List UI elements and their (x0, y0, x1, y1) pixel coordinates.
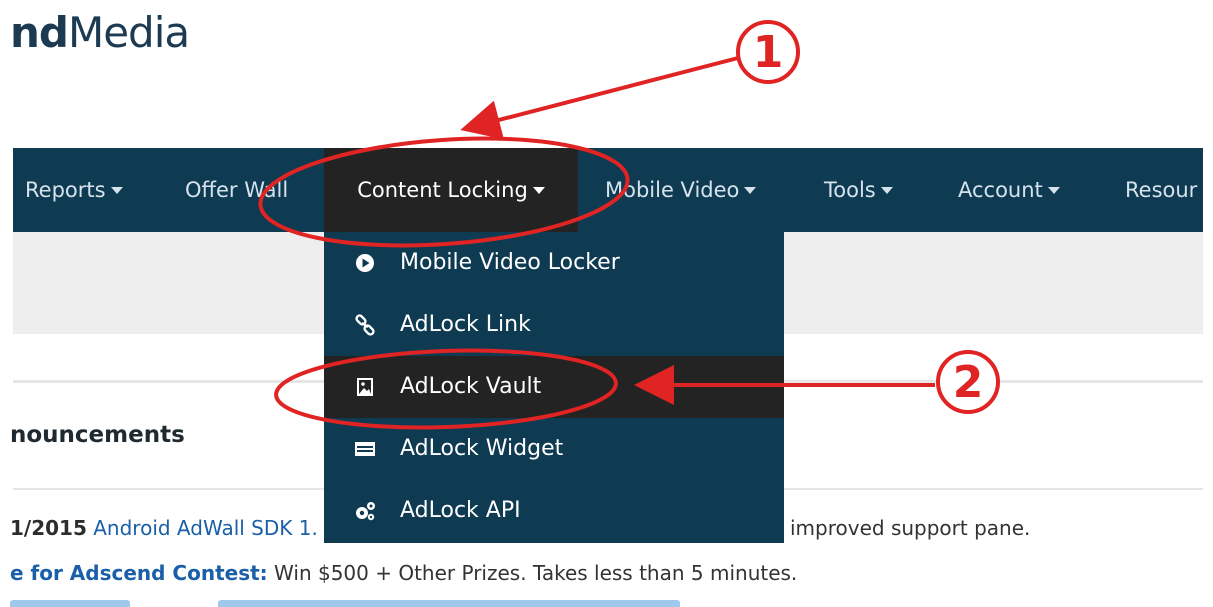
menu-item-label: Mobile Video Locker (400, 250, 620, 275)
content-locking-dropdown: Mobile Video Locker AdLock Link AdLock V… (324, 232, 784, 543)
nav-content-locking-label: Content Locking (357, 178, 528, 202)
caret-down-icon (110, 187, 123, 194)
nav-reports[interactable]: Reports (25, 148, 123, 232)
nav-tools-label: Tools (824, 178, 876, 202)
annotation-circle-1 (736, 20, 800, 84)
nav-content-locking[interactable]: Content Locking (324, 148, 578, 232)
caret-down-icon (744, 187, 757, 194)
nav-account[interactable]: Account (958, 148, 1060, 232)
nav-account-label: Account (958, 178, 1043, 202)
caret-down-icon (880, 187, 893, 194)
announcement-line-1: 1/2015 Android AdWall SDK 1. (10, 516, 318, 540)
announcement-line-2: e for Adscend Contest: Win $500 + Other … (10, 561, 797, 585)
play-circle-icon (356, 254, 374, 272)
nav-offer-wall[interactable]: Offer Wall (185, 148, 288, 232)
arrow-1 (460, 56, 739, 140)
announcement-link[interactable]: Android AdWall SDK 1. (93, 516, 318, 540)
menu-item-adlock-api[interactable]: AdLock API (324, 480, 784, 542)
announcements-heading: nouncements (10, 422, 185, 448)
caret-down-icon (532, 187, 545, 194)
bottom-button-2[interactable] (218, 600, 680, 607)
menu-item-label: AdLock API (400, 498, 521, 523)
announcement-date: 1/2015 (10, 516, 87, 540)
annotation-number-1: 1 (753, 27, 784, 78)
menu-item-label: AdLock Link (400, 312, 531, 337)
link-icon (355, 314, 375, 336)
menu-item-label: AdLock Vault (400, 374, 542, 399)
menu-item-label: AdLock Widget (400, 436, 564, 461)
nav-resources[interactable]: Resour (1125, 148, 1197, 232)
caret-down-icon (1047, 187, 1060, 194)
menu-item-adlock-widget[interactable]: AdLock Widget (324, 418, 784, 480)
nav-mobile-video[interactable]: Mobile Video (605, 148, 757, 232)
bottom-button-1[interactable] (10, 600, 130, 607)
menu-item-adlock-vault[interactable]: AdLock Vault (324, 356, 784, 418)
contest-description: Win $500 + Other Prizes. Takes less than… (267, 561, 798, 585)
contest-link[interactable]: e for Adscend Contest: (10, 561, 268, 585)
image-file-icon (357, 378, 373, 396)
menu-item-adlock-link[interactable]: AdLock Link (324, 294, 784, 356)
nav-resources-label: Resour (1125, 178, 1198, 202)
nav-tools[interactable]: Tools (824, 148, 893, 232)
gears-icon (356, 502, 375, 521)
nav-mobile-video-label: Mobile Video (605, 178, 740, 202)
site-logo[interactable]: ndMedia (10, 8, 190, 57)
announcement-line-1-tail: improved support pane. (790, 516, 1031, 540)
nav-offer-wall-label: Offer Wall (185, 178, 289, 202)
main-navbar: Reports Offer Wall Content Locking Mobil… (13, 148, 1203, 232)
logo-regular-text: Media (67, 8, 190, 57)
menu-item-mobile-video-locker[interactable]: Mobile Video Locker (324, 232, 784, 294)
widget-icon (355, 442, 375, 456)
nav-reports-label: Reports (25, 178, 106, 202)
logo-bold-text: nd (10, 8, 69, 57)
